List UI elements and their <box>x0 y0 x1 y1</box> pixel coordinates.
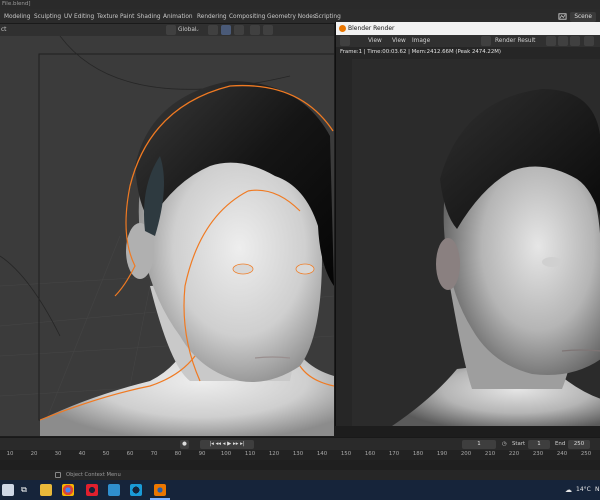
render-window-titlebar: Blender Render <box>336 22 600 35</box>
end-frame-field[interactable]: 250 <box>568 440 590 449</box>
keyframe-record-button[interactable]: ● <box>180 440 189 449</box>
status-bar: Object Context Menu <box>0 470 600 480</box>
stopwatch-icon[interactable]: ◷ <box>502 440 507 449</box>
falloff-icon[interactable] <box>263 25 273 35</box>
tab-compositing[interactable]: Compositing <box>229 12 265 22</box>
temperature[interactable]: 14°C <box>576 480 591 500</box>
start-frame-field[interactable]: 1 <box>528 440 550 449</box>
mail-app-icon[interactable] <box>108 484 120 496</box>
ruler-tick: 220 <box>508 451 520 457</box>
ruler-tick: 100 <box>220 451 232 457</box>
fake-user-icon[interactable] <box>546 36 556 46</box>
playback-controls[interactable]: |◂ ◂◂ ◂ ▶ ▸▸ ▸| <box>200 440 254 449</box>
ruler-tick: 130 <box>292 451 304 457</box>
scene-selector[interactable]: Scene <box>558 11 596 22</box>
tab-texture-paint[interactable]: Texture Paint <box>97 12 134 22</box>
timeline-header: ● |◂ ◂◂ ◂ ▶ ▸▸ ▸| 1 ◷ Start 1 End 250 <box>0 437 600 450</box>
menu-image[interactable]: Image <box>412 36 430 46</box>
tab-scripting[interactable]: Scripting <box>315 12 341 22</box>
ruler-tick: 140 <box>316 451 328 457</box>
ruler-tick: 110 <box>244 451 256 457</box>
ruler-tick: 80 <box>174 451 182 457</box>
opera-icon[interactable] <box>86 484 98 496</box>
ruler-tick: 10 <box>6 451 14 457</box>
c-app-icon[interactable] <box>130 484 142 496</box>
ruler-tick: 30 <box>54 451 62 457</box>
render-info-text: Frame:1 | Time:00:03.62 | Mem:2412.66M (… <box>336 47 600 58</box>
render-window: Blender Render View View Image Render Re… <box>335 22 600 426</box>
pivot-icon[interactable] <box>208 25 218 35</box>
ruler-tick: 120 <box>268 451 280 457</box>
chevron-down-icon: ⌄ <box>195 27 200 33</box>
menu-view[interactable]: View <box>368 36 382 46</box>
image-browse-icon[interactable] <box>481 36 491 46</box>
new-image-icon[interactable] <box>558 36 568 46</box>
tray-letter: N <box>595 486 600 493</box>
tab-shading[interactable]: Shading <box>137 12 161 22</box>
mouse-right-icon <box>55 472 61 478</box>
tab-animation[interactable]: Animation <box>163 12 193 22</box>
ruler-tick: 20 <box>30 451 38 457</box>
menu-view-2[interactable]: View <box>392 36 406 46</box>
tab-sculpting[interactable]: Sculpting <box>34 12 61 22</box>
end-label: End <box>555 441 566 447</box>
render-canvas <box>352 59 600 426</box>
ruler-tick: 190 <box>436 451 448 457</box>
proportional-edit-icon[interactable] <box>250 25 260 35</box>
image-slot-name[interactable]: Render Result <box>495 36 535 46</box>
status-hint: Object Context Menu <box>66 472 121 478</box>
viewport-header: ct Global ⌄ <box>0 24 334 36</box>
ruler-tick: 50 <box>102 451 110 457</box>
render-header: View View Image Render Result <box>336 35 600 47</box>
timeline-tracks[interactable] <box>0 460 600 470</box>
ruler-tick: 60 <box>126 451 134 457</box>
ruler-tick: 170 <box>388 451 400 457</box>
orientation-icon[interactable] <box>166 25 176 35</box>
snap-target-icon[interactable] <box>234 25 244 35</box>
window-title-strip: File.blend] <box>0 0 600 9</box>
ruler-tick: 180 <box>412 451 424 457</box>
timeline-ruler[interactable]: 10 20 30 40 50 60 70 80 90 100 110 120 1… <box>0 450 600 460</box>
editor-type-icon[interactable] <box>340 36 350 46</box>
weather-icon[interactable]: ☁ <box>565 480 572 500</box>
tab-uv-editing[interactable]: UV Editing <box>64 12 94 22</box>
tab-rendering[interactable]: Rendering <box>197 12 227 22</box>
ruler-tick: 150 <box>340 451 352 457</box>
ruler-tick: 250 <box>580 451 592 457</box>
blender-logo-icon <box>339 25 346 32</box>
ruler-tick: 40 <box>78 451 86 457</box>
tab-modeling[interactable]: Modeling <box>4 12 30 22</box>
render-result-image[interactable] <box>352 59 600 426</box>
chrome-icon[interactable] <box>62 484 74 496</box>
render-window-title: Blender Render <box>348 25 395 32</box>
current-frame-field[interactable]: 1 <box>462 440 496 449</box>
app-icon-partial[interactable] <box>2 484 14 496</box>
ruler-tick: 210 <box>484 451 496 457</box>
tab-geometry-nodes[interactable]: Geometry Nodes <box>267 12 316 22</box>
open-image-icon[interactable] <box>570 36 580 46</box>
orientation-dropdown[interactable]: Global <box>178 25 197 35</box>
viewport-canvas <box>0 36 334 436</box>
ruler-tick: 90 <box>198 451 206 457</box>
ruler-tick: 160 <box>364 451 376 457</box>
window-title-fragment: File.blend] <box>2 1 31 7</box>
blender-taskbar-icon[interactable] <box>154 484 166 496</box>
3d-viewport[interactable] <box>0 36 334 436</box>
mode-fragment: ct <box>1 27 7 33</box>
ruler-tick: 200 <box>460 451 472 457</box>
ruler-tick: 70 <box>150 451 158 457</box>
scene-icon <box>558 13 567 20</box>
ruler-tick: 240 <box>556 451 568 457</box>
scene-name: Scene <box>570 11 596 22</box>
file-explorer-icon[interactable] <box>40 484 52 496</box>
close-image-icon[interactable] <box>584 36 594 46</box>
task-view-icon[interactable]: ⧉ <box>18 484 30 496</box>
start-label: Start <box>512 441 526 447</box>
ruler-tick: 230 <box>532 451 544 457</box>
os-taskbar: ⧉ ☁ 14°C N <box>0 480 600 500</box>
snap-icon[interactable] <box>221 25 231 35</box>
